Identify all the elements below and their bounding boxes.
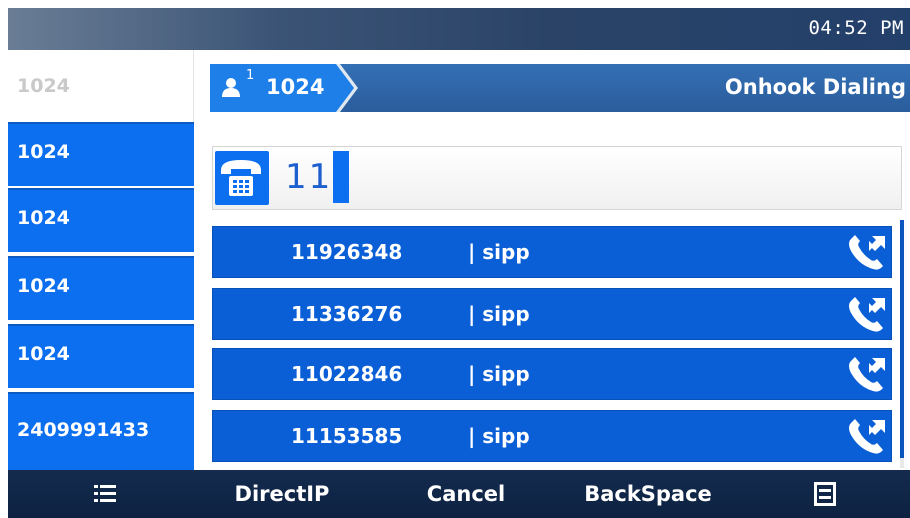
- dialed-digits: 11: [285, 157, 333, 197]
- page-title: Onhook Dialing: [724, 75, 906, 99]
- suggestion-row[interactable]: 11336276 | sipp: [212, 288, 892, 340]
- list-menu-icon[interactable]: [94, 485, 116, 507]
- account-label: 1024: [17, 75, 70, 97]
- suggestion-row[interactable]: 11153585 | sipp: [212, 410, 892, 462]
- menu-icon[interactable]: [814, 482, 836, 510]
- person-icon: [220, 76, 242, 102]
- dialing-header: 1 1024 Onhook Dialing: [210, 64, 910, 112]
- account-label: 1024: [17, 343, 70, 365]
- softkey-bar: DirectIP Cancel BackSpace: [8, 470, 910, 518]
- dial-input[interactable]: 11: [212, 146, 902, 210]
- call-history-icon: [845, 233, 889, 277]
- account-label: 1024: [17, 141, 70, 163]
- directip-softkey[interactable]: DirectIP: [226, 470, 338, 518]
- call-history-icon: [845, 295, 889, 339]
- suggestion-account: | sipp: [468, 424, 530, 448]
- account-item[interactable]: 1024: [8, 122, 194, 186]
- cancel-softkey[interactable]: Cancel: [414, 470, 518, 518]
- suggestion-account: | sipp: [468, 362, 530, 386]
- suggestion-number: 11022846: [291, 362, 403, 386]
- account-item[interactable]: 1024: [8, 188, 194, 252]
- suggestion-account: | sipp: [468, 240, 530, 264]
- suggestion-number: 11153585: [291, 424, 403, 448]
- account-label: 1024: [17, 207, 70, 229]
- suggestion-number: 11926348: [291, 240, 403, 264]
- account-label: 1024: [17, 275, 70, 297]
- header-account: 1024: [266, 75, 325, 99]
- status-bar: 04:52 PM: [8, 8, 910, 50]
- backspace-softkey[interactable]: BackSpace: [572, 470, 724, 518]
- suggestion-row[interactable]: 11022846 | sipp: [212, 348, 892, 400]
- account-item[interactable]: 1024: [8, 256, 194, 320]
- desk-phone-icon: [215, 151, 269, 205]
- account-item[interactable]: 2409991433: [8, 392, 194, 470]
- suggestion-row[interactable]: 11926348 | sipp: [212, 226, 892, 278]
- suggestion-account: | sipp: [468, 302, 530, 326]
- account-list: 1024 1024 1024 1024 1024 2409991433: [8, 50, 194, 470]
- call-history-icon: [845, 355, 889, 399]
- clock: 04:52 PM: [808, 17, 904, 39]
- suggestion-number: 11336276: [291, 302, 403, 326]
- line-number: 1: [246, 68, 255, 83]
- account-item[interactable]: 1024: [8, 324, 194, 388]
- call-history-icon: [845, 417, 889, 461]
- account-item-active[interactable]: 1024: [8, 50, 194, 122]
- dialing-pane: 1 1024 Onhook Dialing 11 11926348 | sipp…: [194, 50, 910, 470]
- account-label: 2409991433: [17, 419, 150, 441]
- scrollbar-thumb[interactable]: [900, 220, 904, 458]
- phone-screen: 04:52 PM 1024 1024 1024 1024 1024 240999…: [8, 8, 910, 518]
- text-cursor: [333, 151, 349, 203]
